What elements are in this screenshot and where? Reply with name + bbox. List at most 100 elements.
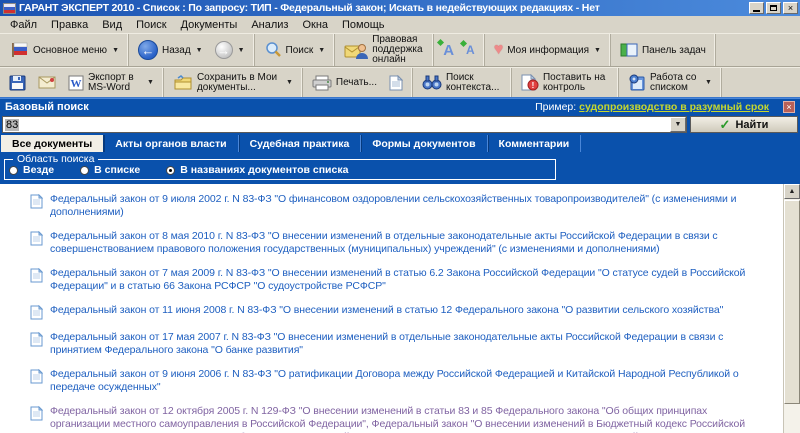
document-icon [30, 332, 43, 347]
svg-text:!: ! [532, 81, 535, 90]
font-increase-icon: A [437, 38, 454, 59]
task-panel-button[interactable]: Панель задач [614, 40, 712, 60]
radio-icon [9, 165, 18, 175]
menu-edit[interactable]: Правка [45, 18, 94, 32]
tab-all-documents[interactable]: Все документы [1, 135, 105, 152]
save-to-my-documents-button[interactable]: Сохранить в Мои документы... ▼ [167, 71, 299, 95]
russian-flag-icon [12, 42, 28, 57]
radio-everywhere[interactable]: Везде [9, 164, 54, 176]
printer-icon [312, 75, 332, 90]
menu-view[interactable]: Вид [96, 18, 128, 32]
list-actions-button[interactable]: Работа со списком ▼ [622, 71, 718, 95]
save-to-my-documents-label: Сохранить в Мои документы... [196, 71, 278, 93]
result-title: Федеральный закон от 17 мая 2007 г. N 83… [50, 331, 724, 356]
set-on-control-button[interactable]: ! Поставить на контроль [515, 71, 615, 95]
my-information-label: Моя информация [507, 44, 590, 56]
menu-analysis[interactable]: Анализ [245, 18, 294, 32]
online-support-icon [344, 44, 369, 59]
search-icon [265, 42, 281, 57]
find-button[interactable]: ✓ Найти [690, 116, 798, 133]
result-title: Федеральный закон от 9 июня 2006 г. N 83… [50, 368, 739, 393]
font-decrease-icon: A [459, 39, 475, 57]
back-button[interactable]: ← Назад ▼ [132, 38, 209, 62]
context-search-button[interactable]: Поиск контекста... [416, 71, 508, 95]
folder-icon [174, 74, 192, 89]
document-icon [30, 406, 43, 421]
save-button[interactable] [3, 73, 32, 93]
send-mail-button[interactable] [32, 74, 62, 91]
print-preview-button[interactable] [383, 73, 409, 93]
result-filter-tabs: Все документы Акты органов власти Судебн… [0, 135, 800, 152]
menu-windows[interactable]: Окна [296, 18, 334, 32]
chevron-down-icon: ▼ [285, 79, 293, 86]
result-item[interactable]: Федеральный закон от 9 июля 2002 г. N 83… [30, 193, 770, 219]
result-item[interactable]: Федеральный закон от 17 мая 2007 г. N 83… [30, 331, 770, 357]
search-query-text: 83 [5, 118, 20, 131]
example-label: Пример: [535, 101, 577, 113]
menu-search[interactable]: Поиск [130, 18, 172, 32]
chevron-down-icon: ▼ [704, 79, 712, 86]
export-word-button[interactable]: W Экспорт в MS-Word ▼ [62, 71, 160, 95]
search-input[interactable]: 83 ▼ [2, 116, 687, 133]
search-input-row: 83 ▼ ✓ Найти [0, 115, 800, 135]
chevron-down-icon: ▼ [318, 46, 326, 54]
svg-text:W: W [71, 78, 82, 90]
title-bar: ГАРАНТ ЭКСПЕРТ 2010 - Список : По запрос… [0, 0, 800, 16]
result-item[interactable]: Федеральный закон от 8 мая 2010 г. N 83-… [30, 230, 770, 256]
example-link[interactable]: судопроизводство в разумный срок [579, 101, 769, 113]
result-item[interactable]: Федеральный закон от 7 мая 2009 г. N 83-… [30, 267, 770, 293]
heart-icon: ♥ [493, 41, 504, 58]
font-increase-button[interactable]: A [437, 38, 460, 61]
menu-file[interactable]: Файл [4, 18, 43, 32]
minimize-button[interactable] [749, 2, 764, 14]
vertical-scrollbar[interactable]: ▲ [783, 184, 800, 433]
chevron-down-icon: ▼ [237, 46, 245, 54]
minimize-icon [753, 10, 760, 12]
scroll-up-button[interactable]: ▲ [784, 184, 800, 199]
ms-word-icon: W [68, 75, 84, 90]
search-button[interactable]: Поиск ▼ [258, 39, 332, 61]
task-panel-icon [620, 43, 638, 57]
binoculars-icon [422, 75, 442, 90]
close-button[interactable]: × [783, 2, 798, 14]
result-title: Федеральный закон от 8 мая 2010 г. N 83-… [50, 230, 718, 255]
search-history-dropdown-button[interactable]: ▼ [670, 117, 686, 132]
restore-button[interactable] [766, 2, 781, 14]
close-search-panel-button[interactable]: × [783, 101, 795, 113]
chevron-down-icon: ▼ [112, 46, 119, 54]
application-window: ГАРАНТ ЭКСПЕРТ 2010 - Список : По запрос… [0, 0, 800, 433]
result-item[interactable]: Федеральный закон от 9 июня 2006 г. N 83… [30, 368, 770, 394]
radio-in-list[interactable]: В списке [80, 164, 140, 176]
document-icon [30, 194, 43, 209]
alert-document-icon: ! [521, 74, 539, 91]
list-actions-icon [629, 74, 645, 91]
window-controls: × [749, 2, 798, 14]
menu-documents[interactable]: Документы [175, 18, 244, 32]
radio-in-titles[interactable]: В названиях документов списка [166, 164, 348, 176]
chevron-down-icon: ▼ [195, 46, 203, 54]
print-button[interactable]: Печать... [306, 73, 383, 93]
forward-button[interactable]: → ▼ [209, 39, 251, 61]
legal-support-label: Правовая поддержка онлайн [372, 34, 423, 65]
document-toolbar: W Экспорт в MS-Word ▼ Сохранить в Мои до… [0, 67, 800, 98]
tab-document-forms[interactable]: Формы документов [361, 135, 488, 152]
menu-help[interactable]: Помощь [336, 18, 391, 32]
tab-court-practice[interactable]: Судебная практика [239, 135, 362, 152]
export-word-label: Экспорт в MS-Word [88, 71, 134, 93]
radio-everywhere-label: Везде [23, 164, 55, 176]
navigation-toolbar: Основное меню ▼ ← Назад ▼ → ▼ Поиск ▼ Пр… [0, 33, 800, 67]
result-item[interactable]: Федеральный закон от 11 июня 2008 г. N 8… [30, 304, 770, 320]
result-item-visited[interactable]: Федеральный закон от 12 октября 2005 г. … [30, 405, 770, 433]
scrollbar-thumb[interactable] [784, 200, 800, 405]
my-information-button[interactable]: ♥ Моя информация ▼ [488, 41, 607, 59]
menu-bar: Файл Правка Вид Поиск Документы Анализ О… [0, 16, 800, 33]
print-label: Печать... [335, 77, 377, 88]
tab-authority-acts[interactable]: Акты органов власти [104, 135, 239, 152]
font-decrease-button[interactable]: A [459, 39, 481, 59]
set-on-control-label: Поставить на контроль [542, 71, 606, 93]
tab-comments[interactable]: Комментарии [488, 135, 582, 152]
legal-support-button[interactable]: Правовая поддержка онлайн [338, 33, 430, 67]
document-icon [30, 231, 43, 246]
radio-in-list-label: В списке [94, 164, 141, 176]
main-menu-button[interactable]: Основное меню ▼ [3, 40, 125, 60]
